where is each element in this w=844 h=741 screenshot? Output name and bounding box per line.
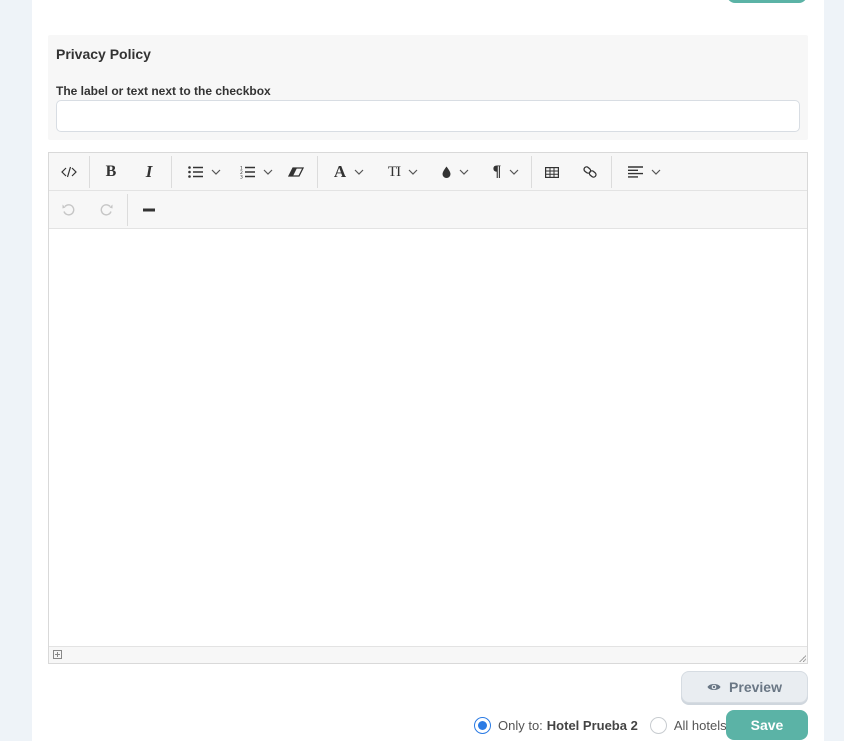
editor-statusbar xyxy=(49,646,807,663)
horizontal-rule-button[interactable] xyxy=(139,195,159,225)
chevron-down-icon xyxy=(354,169,364,175)
svg-text:3: 3 xyxy=(240,175,243,180)
clear-format-button[interactable] xyxy=(285,157,307,187)
only-to-label: Only to: xyxy=(498,717,543,733)
link-icon xyxy=(583,166,597,178)
editor-toolbar-row-2 xyxy=(49,191,807,229)
list-icon xyxy=(187,166,203,178)
font-size-button[interactable]: TI xyxy=(383,157,423,187)
editor-toolbar-row-1: B I 123 A TI ¶ xyxy=(49,153,807,191)
drop-icon xyxy=(442,166,450,178)
eye-icon xyxy=(707,684,721,690)
section-title: Privacy Policy xyxy=(56,46,151,62)
chevron-down-icon xyxy=(459,169,468,175)
redo-icon xyxy=(100,204,112,216)
code-view-button[interactable] xyxy=(57,157,81,187)
toolbar-separator xyxy=(611,156,612,188)
chevron-down-icon xyxy=(509,169,519,175)
paragraph-button[interactable]: ¶ xyxy=(487,157,525,187)
editor-content-area[interactable] xyxy=(49,230,807,646)
link-button[interactable] xyxy=(579,157,601,187)
chevron-down-icon xyxy=(211,169,220,175)
chevron-down-icon xyxy=(651,169,660,175)
unordered-list-button[interactable] xyxy=(183,157,225,187)
undo-icon xyxy=(62,204,74,216)
preview-label: Preview xyxy=(729,679,782,695)
color-button[interactable] xyxy=(437,157,473,187)
save-button[interactable]: Save xyxy=(726,710,808,740)
toolbar-separator xyxy=(531,156,532,188)
toolbar-separator xyxy=(127,194,128,226)
expand-icon[interactable] xyxy=(53,650,62,659)
top-button-edge[interactable] xyxy=(727,0,807,3)
table-icon xyxy=(545,166,559,178)
bold-button[interactable]: B xyxy=(101,157,121,187)
scope-selector: Only to: Hotel Prueba 2 All hotels xyxy=(474,715,727,735)
code-icon xyxy=(61,166,77,178)
privacy-policy-section: Privacy Policy The label or text next to… xyxy=(48,35,808,140)
content-card: Privacy Policy The label or text next to… xyxy=(32,0,824,741)
all-hotels-label: All hotels xyxy=(673,717,727,733)
toolbar-separator xyxy=(89,156,90,188)
resize-handle-icon[interactable] xyxy=(799,655,806,662)
ordered-list-button[interactable]: 123 xyxy=(235,157,277,187)
align-button[interactable] xyxy=(623,157,665,187)
align-left-icon xyxy=(627,166,643,178)
chevron-down-icon xyxy=(263,169,272,175)
table-button[interactable] xyxy=(541,157,563,187)
chevron-down-icon xyxy=(408,169,418,175)
all-hotels-radio[interactable] xyxy=(649,716,667,734)
preview-button[interactable]: Preview xyxy=(681,671,808,703)
font-size-icon: TI xyxy=(387,163,401,180)
redo-button[interactable] xyxy=(97,195,115,225)
paragraph-icon: ¶ xyxy=(492,163,502,180)
italic-icon: I xyxy=(145,162,153,181)
font-icon: A xyxy=(333,162,347,181)
italic-button[interactable]: I xyxy=(139,157,159,187)
font-color-button[interactable]: A xyxy=(329,157,369,187)
bold-icon: B xyxy=(105,163,117,180)
toolbar-separator xyxy=(171,156,172,188)
undo-button[interactable] xyxy=(59,195,77,225)
checkbox-label-field-label: The label or text next to the checkbox xyxy=(56,84,271,98)
hotel-name: Hotel Prueba 2 xyxy=(546,717,638,733)
checkbox-label-input[interactable] xyxy=(56,100,800,132)
hr-icon xyxy=(143,208,155,212)
ordered-list-icon: 123 xyxy=(240,166,255,180)
eraser-icon xyxy=(288,167,304,177)
only-to-radio[interactable] xyxy=(474,716,491,734)
rich-text-editor: B I 123 A TI ¶ xyxy=(48,152,808,664)
toolbar-separator xyxy=(317,156,318,188)
